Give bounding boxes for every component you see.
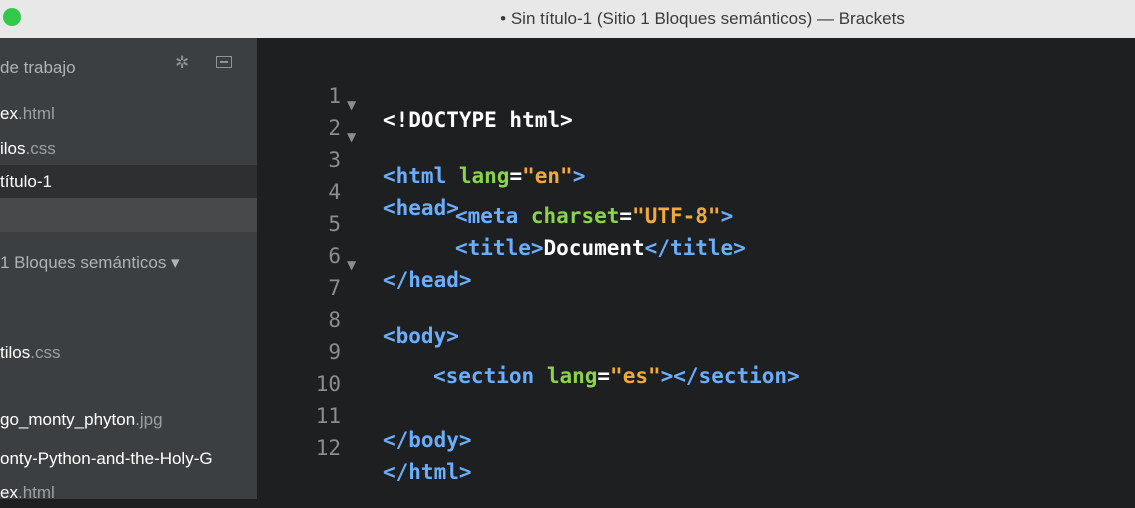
project-file-item[interactable]: ex.html <box>0 483 55 503</box>
project-file-item[interactable]: go_monty_phyton.jpg <box>0 410 163 430</box>
code-line: 1 <!DOCTYPE html> <box>257 60 572 132</box>
code-text: <!DOCTYPE html> <box>383 108 573 132</box>
fold-arrow-icon[interactable]: ▼ <box>347 130 356 144</box>
code-line: 7 ▼ <body> <box>257 252 459 348</box>
code-line: 11 </body> <box>257 380 472 452</box>
project-file-item[interactable]: tilos.css <box>0 343 60 363</box>
code-text: <head> <box>383 196 459 220</box>
sidebar: de trabajo ✲ ex.html ilos.css título-1 1… <box>0 38 257 502</box>
sidebar-separator <box>0 198 257 232</box>
code-text: <body> <box>383 324 459 348</box>
fold-arrow-icon[interactable]: ▼ <box>347 98 356 112</box>
title-bar: • Sin título-1 (Sitio 1 Bloques semántic… <box>0 0 1135 39</box>
code-line: 2 ▼ <html lang="en"> <box>257 92 585 188</box>
gear-icon[interactable]: ✲ <box>175 54 193 72</box>
code-line: 9 <section lang="es"></section> <box>257 316 799 388</box>
code-line: 6 </head> <box>257 220 471 292</box>
code-text: </body> <box>383 428 472 452</box>
code-line: 5 <title>Document</title> <box>257 188 745 260</box>
code-line: 12 </html> <box>257 412 472 484</box>
project-file-item[interactable]: onty-Python-and-the-Holy-G <box>0 449 213 469</box>
split-view-icon[interactable] <box>216 56 232 68</box>
code-line: 3 ▼ <head> <box>257 124 459 220</box>
code-line: 8 <box>257 284 341 332</box>
working-file-item[interactable]: ilos.css <box>0 139 56 159</box>
working-file-item-active[interactable]: título-1 <box>0 172 52 192</box>
code-text: <section lang="es"></section> <box>433 364 800 388</box>
working-file-item[interactable]: ex.html <box>0 104 55 124</box>
code-editor[interactable]: 1 <!DOCTYPE html> 2 ▼ <html lang="en"> 3… <box>257 38 1135 499</box>
window-title: • Sin título-1 (Sitio 1 Bloques semántic… <box>500 9 905 28</box>
code-text: <meta charset="UTF-8"> <box>455 204 734 228</box>
working-files-header: de trabajo <box>0 58 76 77</box>
code-text: </head> <box>383 268 472 292</box>
code-text: </html> <box>383 460 472 484</box>
code-text: <title>Document</title> <box>455 236 746 260</box>
code-text: <html lang="en"> <box>383 164 586 188</box>
code-line: 4 <meta charset="UTF-8"> <box>257 156 733 228</box>
line-number: 12 <box>315 436 341 460</box>
fold-arrow-icon[interactable]: ▼ <box>347 258 356 272</box>
project-header[interactable]: 1 Bloques semánticos ▾ <box>0 253 180 273</box>
code-line: 10 <box>257 348 341 396</box>
